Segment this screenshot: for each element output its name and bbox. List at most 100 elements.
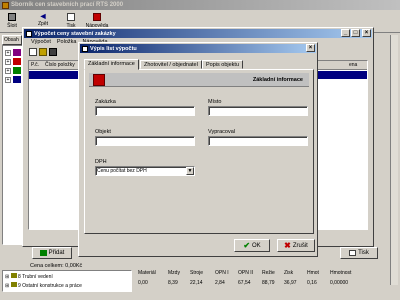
total-label: Cena celkem: xyxy=(30,263,64,269)
vypracoval-field[interactable] xyxy=(208,136,308,146)
tab-object-description[interactable]: Popis objektu xyxy=(202,60,244,69)
tab-contractor-label: Zhotovitel / objednatel xyxy=(144,62,198,68)
zakazka-field-value xyxy=(96,107,97,113)
misto-label: Místo xyxy=(208,99,222,105)
main-vertical-scrollbar[interactable] xyxy=(390,35,398,285)
window-icon xyxy=(82,45,88,52)
col-header-item-number[interactable]: Číslo položky xyxy=(45,62,75,68)
tab-obsah[interactable]: Obsah xyxy=(2,35,22,45)
cancel-button-label: Zrušit xyxy=(292,242,308,249)
grid-value: 0,16 xyxy=(307,280,317,286)
tab-contractor[interactable]: Zhotovitel / objednatel xyxy=(140,60,202,69)
tab-object-description-label: Popis objektu xyxy=(206,62,240,68)
tree-expander[interactable]: + xyxy=(5,77,11,83)
save-disk-icon[interactable] xyxy=(49,48,57,56)
grid-value: 0,00000 xyxy=(330,280,349,286)
window-icon xyxy=(26,30,32,37)
dialog-close-button[interactable]: × xyxy=(306,44,315,52)
zakazka-label: Zakázka xyxy=(95,99,116,105)
grid-value: 2,84 xyxy=(215,280,225,286)
col-header-price[interactable]: ena xyxy=(349,62,357,68)
help-book-icon xyxy=(93,13,101,21)
book-icon xyxy=(13,67,21,74)
col-header-pc[interactable]: P.č. xyxy=(31,62,39,68)
close-button[interactable]: × xyxy=(362,29,371,37)
tree-expander[interactable]: + xyxy=(5,68,11,74)
misto-field[interactable] xyxy=(208,106,308,116)
objekt-field-value xyxy=(96,137,97,143)
grid-value: 8,39 xyxy=(168,280,178,286)
cancel-x-icon: ✖ xyxy=(284,241,291,250)
add-button-label: Přidat xyxy=(48,250,65,256)
tree-expander[interactable]: + xyxy=(5,59,11,65)
open-folder-icon[interactable] xyxy=(39,48,47,56)
calc-titlebar[interactable]: Výpočet ceny stavební zakázky xyxy=(24,29,372,38)
grid-header: Mzdy xyxy=(168,270,180,276)
back-arrow-icon: ◄ xyxy=(38,11,48,21)
menu-vypocet[interactable]: Výpočet xyxy=(31,39,51,47)
cancel-button[interactable]: ✖ Zrušit xyxy=(277,239,315,252)
main-titlebar[interactable]: Sborník cen stavebních prací RTS 2000 xyxy=(0,0,400,10)
printer-icon xyxy=(67,13,75,21)
tree-row-label: Ostatní konstrukce a práce xyxy=(22,283,82,289)
tree-expander[interactable]: ⊞ xyxy=(5,274,9,280)
tab-obsah-label: Obsah xyxy=(4,37,19,43)
app-icon xyxy=(2,1,9,9)
tree-bottom: ⊞ 8 Trubní vedení ⊞ 9 Ostatní konstrukce… xyxy=(2,270,132,292)
objekt-label: Objekt xyxy=(95,129,111,135)
grid-value: 88,79 xyxy=(262,280,275,286)
building-icon xyxy=(93,74,105,86)
checkmark-icon: ✔ xyxy=(243,241,251,250)
summary-grid: Materiál Mzdy Stroje OPN I OPN II Režie … xyxy=(135,268,385,292)
grid-header: Stroje xyxy=(190,270,204,276)
zakazka-field[interactable] xyxy=(95,106,195,116)
grid-header: Zisk xyxy=(284,270,294,276)
book-icon xyxy=(10,273,17,278)
grid-header: Hmot xyxy=(307,270,319,276)
grid-header: OPN II xyxy=(238,270,254,276)
new-document-icon[interactable] xyxy=(29,48,37,56)
printer-icon xyxy=(349,250,357,256)
tree-expander[interactable]: + xyxy=(5,50,11,56)
calc-toolbar xyxy=(29,48,69,58)
tree-expander[interactable]: ⊞ xyxy=(5,283,9,289)
add-button[interactable]: Přidat xyxy=(32,247,72,259)
tree-row-label: Trubní vedení xyxy=(22,274,53,280)
dialog-title: Výpis list výpočtu xyxy=(90,45,137,52)
total-row: Cena celkem: 0,00Kč xyxy=(30,263,82,269)
grid-header: Hmotnost xyxy=(330,270,352,276)
dph-selected-value: Cenu počítat bez DPH xyxy=(97,168,147,174)
toolbar-exit-button[interactable]: Šloit xyxy=(3,12,21,32)
vypracoval-field-value xyxy=(209,137,210,143)
print-button[interactable]: Tisk xyxy=(340,247,378,259)
tree-row-number: 9 xyxy=(17,283,21,289)
main-title: Sborník cen stavebních prací RTS 2000 xyxy=(11,2,124,8)
calc-title: Výpočet ceny stavební zakázky xyxy=(34,30,116,37)
minimize-button[interactable]: _ xyxy=(341,29,350,37)
add-icon xyxy=(39,250,47,256)
exit-door-icon xyxy=(8,13,16,21)
section-header: Základní informace xyxy=(89,73,309,87)
ok-button[interactable]: ✔ OK xyxy=(234,239,270,252)
ok-button-label: OK xyxy=(252,242,261,249)
grid-value: 0,00 xyxy=(138,280,148,286)
section-title: Základní informace xyxy=(252,77,303,83)
menu-polozka[interactable]: Položka xyxy=(57,39,77,47)
tab-basic-info[interactable]: Základní informace xyxy=(84,59,139,70)
book-icon xyxy=(13,76,21,83)
grid-value: 67,54 xyxy=(238,280,251,286)
tree-row[interactable]: ⊞ 9 Ostatní konstrukce a práce xyxy=(5,282,82,289)
misto-field-value xyxy=(209,107,210,113)
maximize-button[interactable]: □ xyxy=(351,29,360,37)
book-icon xyxy=(10,282,17,287)
objekt-field[interactable] xyxy=(95,136,195,146)
vypracoval-label: Vypracoval xyxy=(208,129,236,135)
tab-basic-info-label: Základní informace xyxy=(88,61,135,67)
book-icon xyxy=(13,49,21,56)
chevron-down-icon[interactable]: ▼ xyxy=(186,167,194,175)
dph-select[interactable]: Cenu počítat bez DPH ▼ xyxy=(95,166,195,176)
tree-row[interactable]: ⊞ 8 Trubní vedení xyxy=(5,273,53,280)
toolbar-exit-label: Šloit xyxy=(7,23,17,29)
dialog-titlebar[interactable]: Výpis list výpočtu xyxy=(80,44,316,53)
print-button-label: Tisk xyxy=(358,250,369,256)
